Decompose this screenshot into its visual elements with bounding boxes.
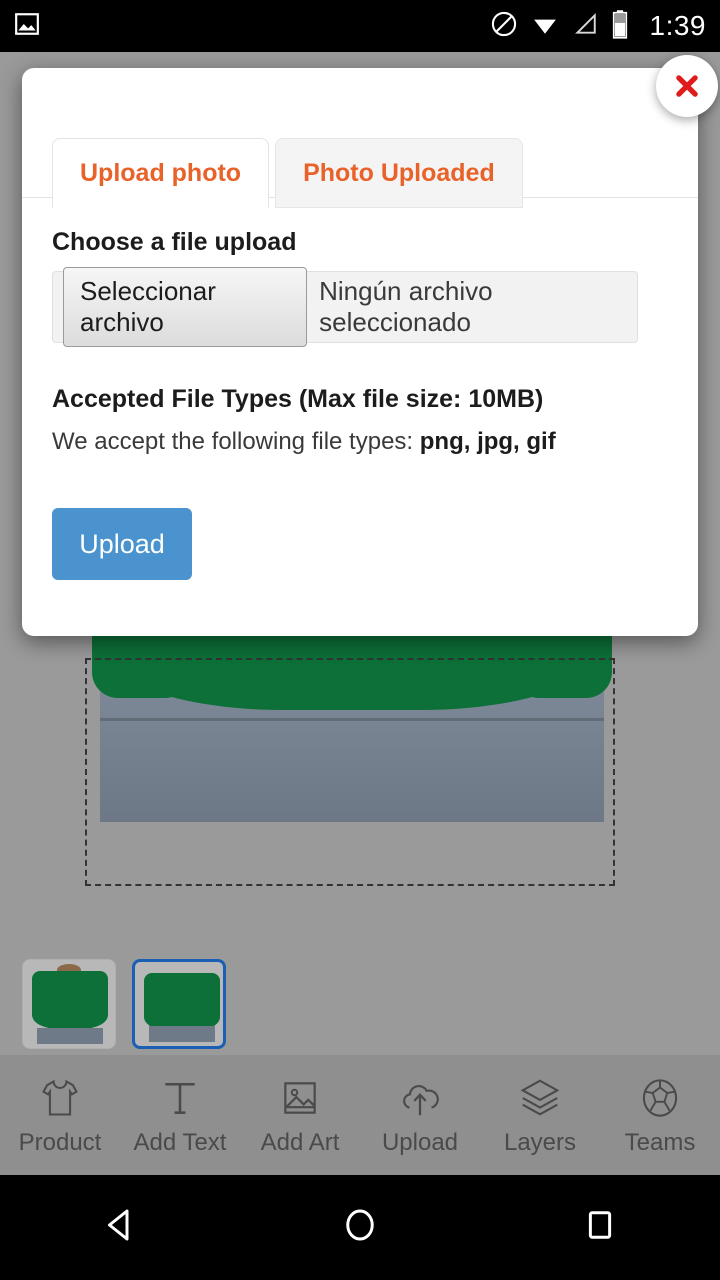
recents-icon [588,1211,612,1239]
dialog-tabs: Upload photo Photo Uploaded [52,138,523,208]
photo-icon [14,11,40,42]
back-button[interactable] [99,1204,141,1251]
select-file-button[interactable]: Seleccionar archivo [63,267,308,347]
home-button[interactable] [339,1204,381,1251]
file-selection-status: Ningún archivo seleccionado [319,276,493,337]
battery-icon [610,9,630,44]
status-bar-clock: 1:39 [649,10,706,41]
tab-upload-photo[interactable]: Upload photo [52,138,270,208]
close-dialog-button[interactable] [656,55,718,117]
dialog-content: Choose a file upload Seleccionar archivo… [52,228,668,580]
status-bar-notifications [14,11,490,42]
status-bar: 1:39 [0,0,720,52]
accepted-types-title: Accepted File Types (Max file size: 10MB… [52,385,544,413]
recents-button[interactable] [579,1204,621,1251]
wifi-icon [530,11,560,42]
upload-submit-button[interactable]: Upload [52,508,192,580]
do-not-disturb-icon [490,10,518,43]
android-navigation-bar [0,1175,720,1280]
back-icon [108,1209,129,1241]
accepted-types-prefix: We accept the following file types: [52,428,420,455]
choose-file-label: Choose a file upload [52,228,297,256]
phone-screen: 1:39 Product Add Text Add Art Upload Lay… [0,0,720,1280]
close-icon [676,75,698,97]
tab-photo-uploaded[interactable]: Photo Uploaded [275,138,523,208]
cellular-signal-icon [572,11,598,42]
file-input-row[interactable]: Seleccionar archivo Ningún archivo selec… [52,267,638,347]
upload-photo-dialog: Upload photo Photo Uploaded Choose a fil… [22,68,698,636]
accepted-types-line: We accept the following file types: png,… [52,428,668,456]
home-icon [346,1209,374,1241]
status-bar-system-icons: 1:39 [490,9,707,44]
accepted-types-values: png, jpg, gif [419,428,556,455]
